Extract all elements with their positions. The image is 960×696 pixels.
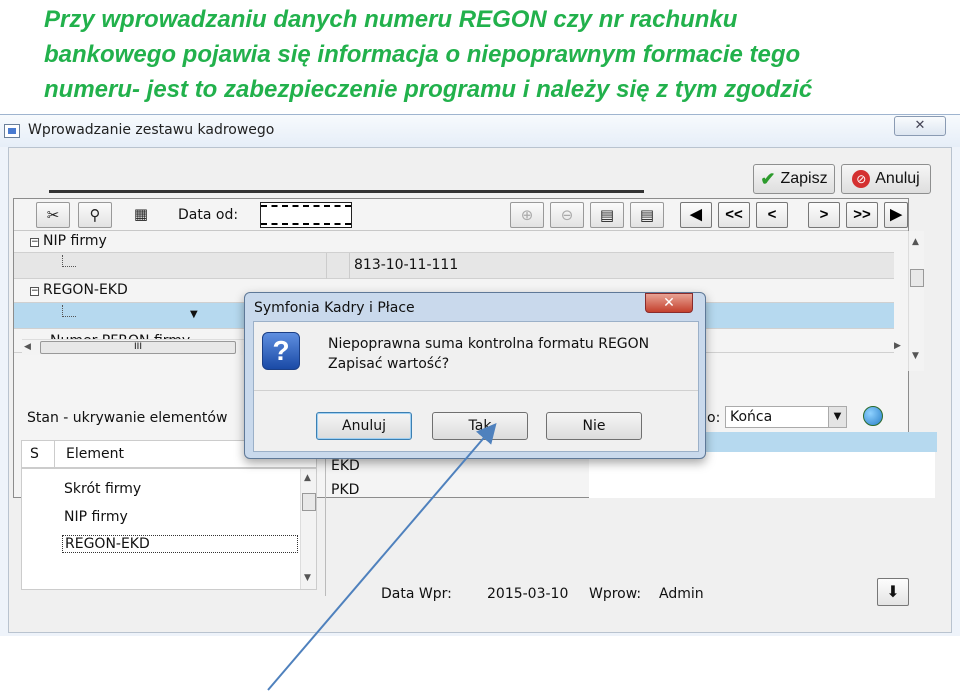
arrow-line (267, 422, 497, 691)
annotation-arrow (267, 422, 497, 691)
